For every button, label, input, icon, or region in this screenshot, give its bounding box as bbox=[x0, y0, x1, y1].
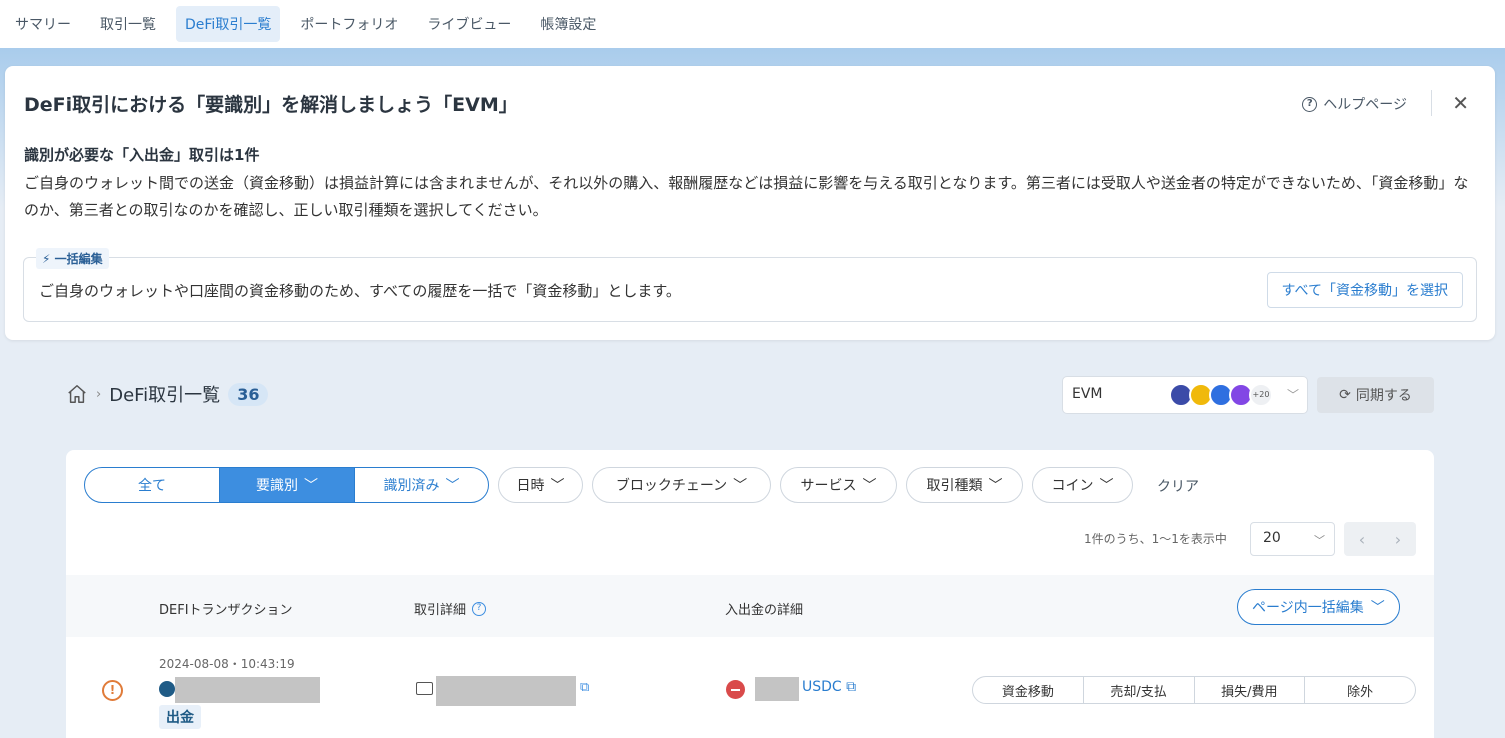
prev-page-icon[interactable]: ‹ bbox=[1359, 530, 1365, 549]
chevron-down-icon: ﹀ bbox=[862, 478, 877, 494]
more-chains-badge: +20 bbox=[1249, 383, 1273, 407]
chevron-down-icon: ﹀ bbox=[550, 478, 565, 494]
tab-summary[interactable]: サマリー bbox=[6, 6, 80, 42]
page-bulk-edit-button[interactable]: ページ内一括編集 ﹀ bbox=[1237, 589, 1400, 625]
header-io-detail: 入出金の詳細 bbox=[725, 603, 804, 618]
chevron-down-icon: ﹀ bbox=[733, 478, 748, 494]
chevron-down-icon: ﹀ bbox=[988, 478, 1003, 494]
sync-button[interactable]: ⟳ 同期する bbox=[1317, 377, 1434, 413]
chevron-down-icon: ﹀ bbox=[304, 478, 318, 494]
segment-all[interactable]: 全て bbox=[85, 468, 219, 502]
top-nav: サマリー 取引一覧 DeFi取引一覧 ポートフォリオ ライブビュー 帳簿設定 bbox=[0, 0, 1505, 48]
tab-live-view[interactable]: ライブビュー bbox=[418, 6, 520, 42]
chevron-right-icon: › bbox=[96, 386, 102, 402]
info-icon[interactable]: ? bbox=[472, 601, 487, 616]
redacted-wallet bbox=[436, 676, 576, 706]
direction-badge: 出金 bbox=[159, 705, 201, 729]
coin-symbol: USDC bbox=[802, 679, 842, 695]
filter-service-label: サービス bbox=[800, 478, 857, 494]
clear-filters-button[interactable]: クリア bbox=[1157, 476, 1199, 496]
transaction-type-selector: 資金移動 売却/支払 損失/費用 除外 bbox=[972, 676, 1416, 704]
bulk-edit-tag-label: 一括編集 bbox=[54, 252, 103, 266]
warning-icon: ! bbox=[102, 680, 123, 701]
filter-blockchain-label: ブロックチェーン bbox=[615, 478, 728, 494]
question-icon: ? bbox=[1302, 96, 1318, 112]
segment-all-label: 全て bbox=[138, 478, 166, 494]
page-title: DeFi取引一覧 bbox=[109, 385, 221, 406]
lightning-icon: ⚡ bbox=[42, 252, 51, 266]
per-page-value: 20 bbox=[1263, 530, 1281, 546]
help-link[interactable]: ? ヘルプページ bbox=[1302, 94, 1407, 114]
filter-coin[interactable]: コイン ﹀ bbox=[1032, 467, 1133, 503]
tx-timestamp: 2024-08-08・10:43:19 bbox=[159, 657, 295, 671]
banner-description: ご自身のウォレット間での送金（資金移動）は損益計算には含まれませんが、それ以外の… bbox=[24, 174, 1469, 219]
filter-coin-label: コイン bbox=[1051, 478, 1094, 494]
segment-identified[interactable]: 識別済み ﹀ bbox=[354, 468, 488, 502]
home-icon[interactable] bbox=[66, 383, 88, 405]
transactions-card: 全て 要識別 ﹀ 識別済み ﹀ 日時 ﹀ ブロックチェーン ﹀ サービス ﹀ 取引種類… bbox=[66, 450, 1434, 738]
bulk-edit-box: ⚡ 一括編集 ご自身のウォレットや口座間の資金移動のため、すべての履歴を一括で「… bbox=[23, 248, 1477, 322]
close-icon[interactable]: ✕ bbox=[1452, 91, 1469, 115]
bulk-edit-tag: ⚡ 一括編集 bbox=[36, 248, 109, 269]
segment-needs-identification[interactable]: 要識別 ﹀ bbox=[219, 468, 354, 502]
tab-transactions[interactable]: 取引一覧 bbox=[91, 6, 165, 42]
header-defi-tx: DEFIトランザクション bbox=[159, 603, 293, 618]
refresh-icon: ⟳ bbox=[1339, 387, 1351, 403]
breadcrumb: › DeFi取引一覧 36 bbox=[66, 381, 269, 407]
external-link-icon: ⧉ bbox=[846, 679, 857, 695]
divider bbox=[1431, 90, 1432, 116]
chain-select[interactable]: EVM +20 ﹀ bbox=[1062, 376, 1308, 414]
bulk-edit-text: ご自身のウォレットや口座間の資金移動のため、すべての履歴を一括で「資金移動」とし… bbox=[39, 282, 681, 300]
identification-banner: DeFi取引における「要識別」を解消しましょう「EVM」 ? ヘルプページ ✕ … bbox=[5, 66, 1495, 340]
chevron-down-icon: ﹀ bbox=[1370, 600, 1385, 616]
filter-date-label: 日時 bbox=[516, 478, 545, 494]
header-tx-detail-label: 取引詳細 bbox=[414, 603, 467, 618]
tab-ledger-settings[interactable]: 帳簿設定 bbox=[531, 6, 605, 42]
chevron-down-icon: ﹀ bbox=[1314, 534, 1325, 547]
per-page-select[interactable]: 20 ﹀ bbox=[1250, 522, 1335, 556]
service-logo-icon bbox=[159, 681, 175, 697]
filter-date[interactable]: 日時 ﹀ bbox=[498, 467, 583, 503]
coin-link[interactable]: USDC ⧉ bbox=[802, 679, 856, 695]
banner-title: DeFi取引における「要識別」を解消しましょう「EVM」 bbox=[24, 94, 518, 116]
segment-identified-label: 識別済み bbox=[383, 478, 440, 494]
table-header: DEFIトランザクション 取引詳細 ? 入出金の詳細 ページ内一括編集 ﹀ bbox=[66, 575, 1434, 637]
redacted-amount bbox=[755, 677, 799, 701]
help-label: ヘルプページ bbox=[1323, 97, 1407, 113]
tab-defi-transactions[interactable]: DeFi取引一覧 bbox=[176, 6, 281, 42]
filter-service[interactable]: サービス ﹀ bbox=[780, 467, 897, 503]
select-all-fund-transfer-button[interactable]: すべて「資金移動」を選択 bbox=[1266, 272, 1463, 308]
filter-blockchain[interactable]: ブロックチェーン ﹀ bbox=[592, 467, 771, 503]
wallet-icon bbox=[416, 682, 433, 695]
external-link-icon[interactable]: ⧉ bbox=[580, 680, 589, 695]
banner-subtitle: 識別が必要な「入出金」取引は1件 bbox=[24, 146, 260, 164]
tab-portfolio[interactable]: ポートフォリオ bbox=[291, 6, 407, 42]
header-tx-detail: 取引詳細 ? bbox=[414, 599, 487, 618]
page-bulk-edit-label: ページ内一括編集 bbox=[1252, 600, 1364, 616]
outflow-icon bbox=[726, 680, 745, 699]
chain-label: EVM bbox=[1072, 386, 1103, 402]
redacted-address bbox=[175, 677, 320, 703]
sync-label: 同期する bbox=[1355, 388, 1412, 404]
filter-transaction-type-label: 取引種類 bbox=[926, 478, 983, 494]
chevron-down-icon: ﹀ bbox=[1099, 478, 1114, 494]
chevron-down-icon: ﹀ bbox=[445, 478, 460, 494]
chevron-down-icon: ﹀ bbox=[1286, 388, 1299, 402]
next-page-icon[interactable]: › bbox=[1395, 530, 1401, 549]
pager: ‹ › bbox=[1344, 522, 1416, 556]
type-loss-expense[interactable]: 損失/費用 bbox=[1193, 677, 1305, 703]
filter-transaction-type[interactable]: 取引種類 ﹀ bbox=[906, 467, 1023, 503]
segment-needs-identification-label: 要識別 bbox=[256, 478, 298, 494]
type-sell-payment[interactable]: 売却/支払 bbox=[1082, 677, 1194, 703]
chain-icons: +20 bbox=[1169, 383, 1273, 407]
type-fund-transfer[interactable]: 資金移動 bbox=[973, 677, 1083, 703]
status-segmented-control: 全て 要識別 ﹀ 識別済み ﹀ bbox=[84, 467, 489, 503]
count-badge: 36 bbox=[228, 382, 269, 406]
table-row: ! 2024-08-08・10:43:19 出金 ⧉ USDC ⧉ 資金移動 売… bbox=[66, 638, 1434, 738]
type-exclude[interactable]: 除外 bbox=[1304, 677, 1415, 703]
pagination-info: 1件のうち、1〜1を表示中 bbox=[1084, 532, 1227, 546]
